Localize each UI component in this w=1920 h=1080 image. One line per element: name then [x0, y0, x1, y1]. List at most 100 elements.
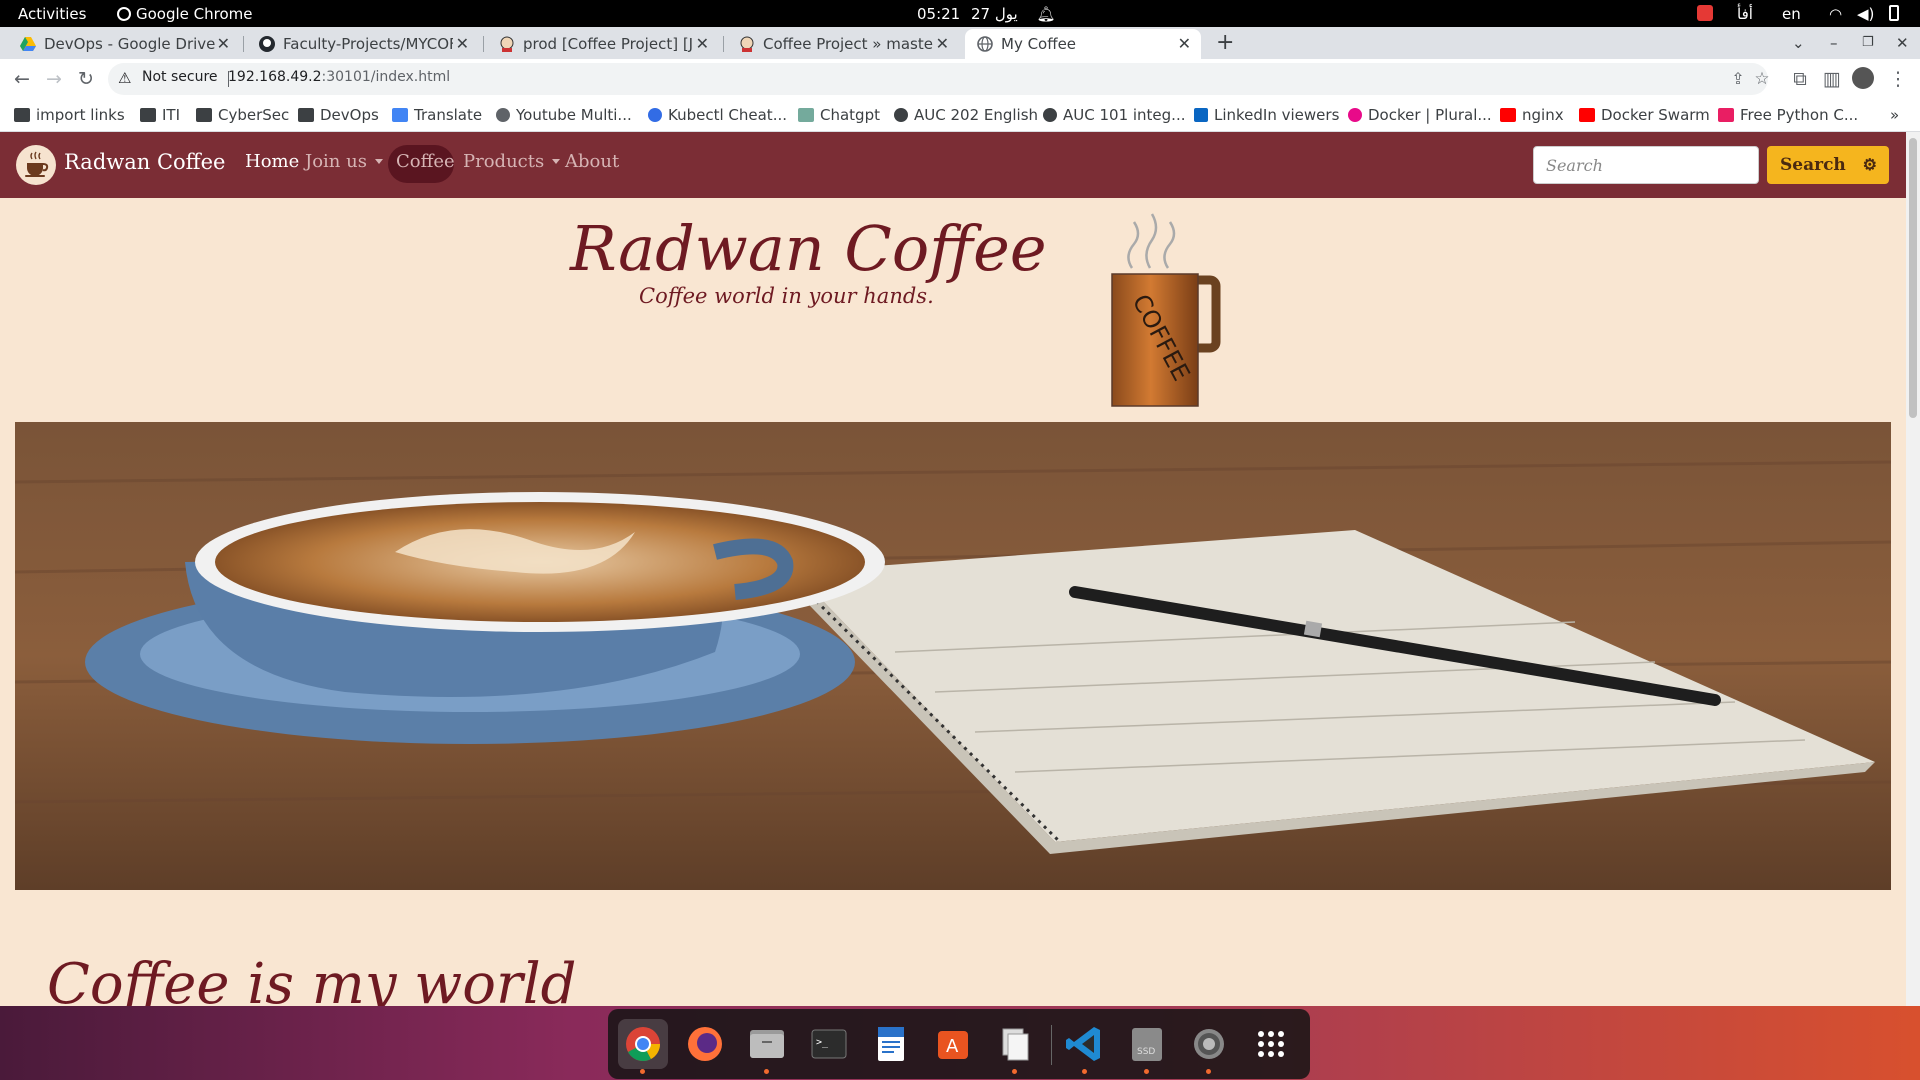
- restore-button[interactable]: ❐: [1862, 27, 1874, 59]
- close-window-button[interactable]: ✕: [1896, 27, 1909, 59]
- tab-separator: [483, 36, 484, 52]
- more-bookmarks-chevron-icon[interactable]: »: [1890, 105, 1899, 125]
- dropdown-caret-icon: [552, 159, 561, 164]
- bookmark-label: import links: [36, 106, 125, 124]
- focused-app-menu[interactable]: Google Chrome: [117, 4, 253, 24]
- new-tab-button[interactable]: +: [1216, 27, 1234, 59]
- tab-jenkins-master[interactable]: Coffee Project » master # ✕: [727, 29, 959, 59]
- bookmark-label: Chatgpt: [820, 106, 880, 124]
- nav-home[interactable]: Home: [245, 151, 299, 172]
- chrome-icon[interactable]: [618, 1019, 668, 1074]
- back-arrow-icon[interactable]: ←: [10, 67, 34, 91]
- minimize-button[interactable]: –: [1830, 27, 1838, 59]
- close-icon[interactable]: ✕: [456, 29, 469, 59]
- bookmark-item[interactable]: Docker | Plural...: [1348, 105, 1492, 125]
- app-center-icon[interactable]: A: [928, 1019, 978, 1069]
- keyboard-layout-indicator[interactable]: en: [1782, 4, 1801, 24]
- bookmark-item[interactable]: Chatgpt: [798, 105, 880, 125]
- tab-label: Coffee Project » master #: [763, 35, 933, 53]
- terminal-icon[interactable]: >_: [804, 1019, 854, 1069]
- brand-link[interactable]: Radwan Coffee: [64, 150, 225, 174]
- tab-devops-drive[interactable]: DevOps - Google Drive ✕: [8, 29, 240, 59]
- page-scrollbar[interactable]: [1906, 132, 1920, 1006]
- vscode-icon[interactable]: [1060, 1019, 1110, 1074]
- notification-app-icon[interactable]: [1697, 5, 1713, 21]
- nav-products[interactable]: Products: [463, 151, 561, 172]
- site-search-button[interactable]: Search ⚙: [1767, 146, 1889, 184]
- wifi-icon[interactable]: ◠: [1829, 4, 1842, 24]
- bookmark-item[interactable]: DevOps: [298, 105, 379, 125]
- bookmark-item[interactable]: Translate: [392, 105, 482, 125]
- nav-about[interactable]: About: [565, 151, 619, 172]
- clipboard-icon[interactable]: [990, 1019, 1040, 1074]
- bookmark-item[interactable]: nginx: [1500, 105, 1564, 125]
- tab-github-mycoffee[interactable]: Faculty-Projects/MYCOFFEE ✕: [247, 29, 479, 59]
- bookmark-item[interactable]: LinkedIn viewers: [1194, 105, 1339, 125]
- address-bar[interactable]: ⚠ Not secure 192.168.49.2:30101/index.ht…: [108, 63, 1770, 95]
- dropdown-caret-icon: [374, 159, 383, 164]
- tab-my-coffee[interactable]: My Coffee ✕: [965, 29, 1201, 59]
- show-apps-icon[interactable]: [1246, 1019, 1296, 1069]
- forward-arrow-icon[interactable]: →: [42, 67, 66, 91]
- folder-icon: [14, 108, 30, 122]
- scrollbar-thumb[interactable]: [1909, 138, 1917, 418]
- firefox-icon[interactable]: [680, 1019, 730, 1069]
- coffee-cup-logo-icon[interactable]: [16, 145, 56, 185]
- input-method-indicator[interactable]: أفأ: [1737, 4, 1753, 24]
- svg-text:A: A: [946, 1036, 959, 1057]
- bookmark-item[interactable]: AUC 202 English: [894, 105, 1038, 125]
- close-icon[interactable]: ✕: [936, 29, 949, 59]
- security-status[interactable]: Not secure: [142, 69, 218, 85]
- nav-join-us[interactable]: Join us: [305, 151, 383, 172]
- tab-label: prod [Coffee Project] [Jenkins]: [523, 35, 693, 53]
- files-icon[interactable]: [742, 1019, 792, 1074]
- bookmark-item[interactable]: Docker Swarm: [1579, 105, 1710, 125]
- site-search-input[interactable]: [1533, 146, 1759, 184]
- svg-text:SSD: SSD: [1137, 1047, 1155, 1057]
- google-drive-icon: [20, 37, 36, 51]
- bookmark-item[interactable]: Youtube Multi...: [496, 105, 632, 125]
- bookmark-label: Docker Swarm: [1601, 106, 1710, 124]
- nav-coffee[interactable]: Coffee: [396, 151, 455, 172]
- bookmark-label: Free Python C...: [1740, 106, 1859, 124]
- warning-triangle-icon[interactable]: ⚠: [118, 69, 131, 87]
- profile-avatar[interactable]: [1852, 67, 1874, 89]
- tab-jenkins-prod[interactable]: prod [Coffee Project] [Jenkins] ✕: [487, 29, 719, 59]
- system-top-bar: Activities Google Chrome 05:21 27 يول 🔔︎…: [0, 0, 1920, 27]
- jenkins-icon: [500, 36, 514, 52]
- side-panel-icon[interactable]: ▥: [1820, 67, 1844, 91]
- close-icon[interactable]: ✕: [696, 29, 709, 59]
- linkedin-icon: [1194, 108, 1208, 122]
- bookmark-item[interactable]: Kubectl Cheat...: [648, 105, 787, 125]
- clock-time: 05:21: [917, 5, 961, 23]
- globe-icon: [496, 108, 510, 122]
- bookmark-item[interactable]: CyberSec: [196, 105, 289, 125]
- settings-icon[interactable]: [1184, 1019, 1234, 1074]
- close-icon[interactable]: ✕: [1178, 29, 1191, 59]
- writer-icon[interactable]: [866, 1019, 916, 1069]
- section-heading: Coffee is my world: [47, 952, 577, 1006]
- reload-icon[interactable]: ↻: [74, 67, 98, 91]
- volume-icon[interactable]: ◀): [1857, 4, 1874, 24]
- close-icon[interactable]: ✕: [217, 29, 230, 59]
- ssd-icon[interactable]: SSD: [1122, 1019, 1172, 1074]
- activities-button[interactable]: Activities: [18, 4, 86, 24]
- folder-icon: [196, 108, 212, 122]
- bookmark-label: nginx: [1522, 106, 1564, 124]
- youtube-icon: [1500, 108, 1516, 122]
- chrome-menu-icon[interactable]: ⋮: [1886, 67, 1910, 91]
- share-icon[interactable]: ⇪: [1726, 67, 1750, 91]
- bookmark-item[interactable]: Free Python C...: [1718, 105, 1858, 125]
- bookmark-item[interactable]: ITI: [140, 105, 180, 125]
- clock[interactable]: 05:21 27 يول 🔔︎: [917, 4, 1056, 24]
- bookmark-star-icon[interactable]: ☆: [1750, 67, 1774, 91]
- url-text[interactable]: 192.168.49.2:30101/index.html: [228, 69, 450, 85]
- extensions-puzzle-icon[interactable]: ⧉: [1788, 67, 1812, 91]
- battery-icon[interactable]: [1889, 5, 1899, 21]
- focused-app-name: Google Chrome: [136, 5, 253, 23]
- bookmark-item[interactable]: AUC 101 integ...: [1043, 105, 1186, 125]
- search-button-label: Search: [1780, 155, 1846, 175]
- bookmark-item[interactable]: import links: [14, 105, 125, 125]
- nav-join-us-label: Join us: [305, 151, 367, 172]
- tab-search-chevron-icon[interactable]: ⌄: [1792, 27, 1805, 59]
